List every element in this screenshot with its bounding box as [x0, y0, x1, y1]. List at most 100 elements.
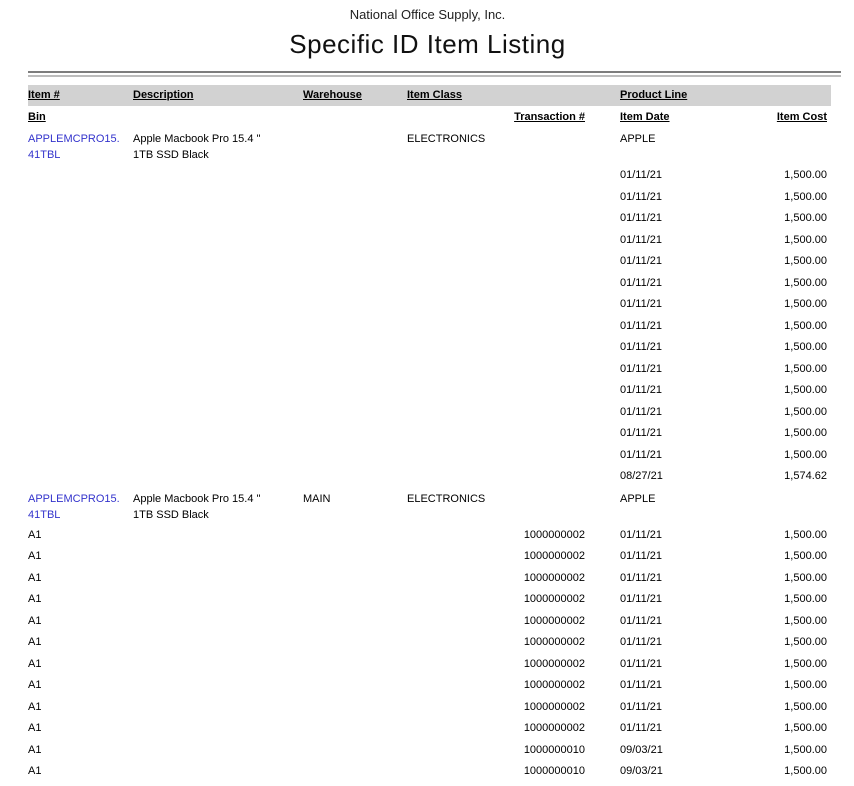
detail-spacer-2 — [303, 445, 407, 467]
item-cost-cell: 1,500.00 — [710, 273, 827, 295]
item-date-cell: 01/11/21 — [620, 337, 710, 359]
detail-spacer-4 — [585, 761, 620, 783]
detail-spacer-1 — [133, 445, 303, 467]
detail-spacer-3 — [407, 445, 507, 467]
transaction-number-cell: 1000000002 — [507, 589, 585, 611]
detail-spacer-4 — [585, 294, 620, 316]
detail-spacer-4 — [585, 337, 620, 359]
item-cost-cell: 1,500.00 — [710, 568, 827, 590]
detail-spacer-4 — [585, 740, 620, 762]
detail-spacer-4 — [585, 423, 620, 445]
detail-spacer-2 — [303, 568, 407, 590]
product-line-cell: APPLE — [620, 131, 710, 165]
detail-spacer-2 — [303, 165, 407, 187]
item-date-cell: 01/11/21 — [620, 423, 710, 445]
transaction-number-cell: 1000000002 — [507, 675, 585, 697]
detail-spacer-4 — [585, 718, 620, 740]
bin-cell: A1 — [28, 718, 133, 740]
bin-cell — [28, 294, 133, 316]
detail-spacer-4 — [585, 632, 620, 654]
transaction-number-cell: 1000000010 — [507, 740, 585, 762]
detail-spacer-1 — [133, 165, 303, 187]
detail-spacer-3 — [407, 718, 507, 740]
detail-spacer-3 — [407, 230, 507, 252]
item-date-cell: 01/11/21 — [620, 654, 710, 676]
item-detail-row: 01/11/211,500.00 — [28, 359, 854, 381]
item-number-link[interactable]: APPLEMCPRO15.41TBL — [28, 131, 133, 165]
transaction-number-cell: 1000000002 — [507, 718, 585, 740]
detail-spacer-2 — [303, 337, 407, 359]
item-detail-row: 01/11/211,500.00 — [28, 402, 854, 424]
item-description-line2: 1TB SSD Black — [133, 507, 303, 523]
item-cost-cell: 1,500.00 — [710, 208, 827, 230]
item-detail-row: A1100000000201/11/211,500.00 — [28, 697, 854, 719]
item-date-cell: 01/11/21 — [620, 611, 710, 633]
detail-spacer-2 — [303, 359, 407, 381]
detail-spacer-3 — [407, 294, 507, 316]
transaction-number-cell: 1000000002 — [507, 525, 585, 547]
item-detail-row: 01/11/211,500.00 — [28, 380, 854, 402]
transaction-number-cell — [507, 380, 585, 402]
item-number-line1: APPLEMCPRO15. — [28, 491, 133, 507]
detail-spacer-2 — [303, 740, 407, 762]
detail-spacer-2 — [303, 718, 407, 740]
detail-spacer-3 — [407, 251, 507, 273]
detail-spacer-1 — [133, 632, 303, 654]
transaction-number-cell — [507, 402, 585, 424]
bin-cell: A1 — [28, 632, 133, 654]
detail-spacer-3 — [407, 697, 507, 719]
detail-spacer-1 — [133, 316, 303, 338]
item-cost-cell: 1,500.00 — [710, 423, 827, 445]
detail-spacer-4 — [585, 208, 620, 230]
detail-spacer-4 — [585, 402, 620, 424]
transaction-number-cell — [507, 445, 585, 467]
item-date-cell: 09/03/21 — [620, 761, 710, 783]
item-date-cell: 01/11/21 — [620, 718, 710, 740]
item-description-line1: Apple Macbook Pro 15.4 " — [133, 131, 303, 147]
item-number-link[interactable]: APPLEMCPRO15.41TBL — [28, 491, 133, 525]
transaction-number-cell — [507, 337, 585, 359]
transaction-number-cell — [507, 316, 585, 338]
item-detail-row: A1100000000201/11/211,500.00 — [28, 654, 854, 676]
item-detail-row: 01/11/211,500.00 — [28, 316, 854, 338]
item-number-line2: 41TBL — [28, 147, 133, 163]
detail-spacer-2 — [303, 654, 407, 676]
item-date-cell: 01/11/21 — [620, 525, 710, 547]
col-header-transaction-no: Transaction # — [507, 107, 585, 128]
group-spacer-1 — [507, 491, 585, 525]
item-cost-cell: 1,574.62 — [710, 466, 827, 488]
page-title: Specific ID Item Listing — [28, 29, 827, 60]
bin-cell: A1 — [28, 654, 133, 676]
detail-spacer-4 — [585, 525, 620, 547]
item-cost-cell: 1,500.00 — [710, 337, 827, 359]
detail-spacer-4 — [585, 466, 620, 488]
item-cost-cell: 1,500.00 — [710, 632, 827, 654]
detail-spacer-3 — [407, 359, 507, 381]
detail-spacer-1 — [133, 611, 303, 633]
detail-spacer-1 — [133, 697, 303, 719]
col-header-spacer-1 — [507, 85, 585, 106]
col-header-spacer-3 — [710, 85, 827, 106]
item-cost-cell: 1,500.00 — [710, 251, 827, 273]
col-header-description: Description — [133, 85, 303, 106]
detail-spacer-1 — [133, 273, 303, 295]
detail-spacer-4 — [585, 445, 620, 467]
item-detail-row: 01/11/211,500.00 — [28, 423, 854, 445]
transaction-number-cell: 1000000010 — [507, 761, 585, 783]
detail-spacer-2 — [303, 402, 407, 424]
detail-spacer-3 — [407, 466, 507, 488]
col-header-spacer-2 — [585, 85, 620, 106]
detail-spacer-3 — [407, 675, 507, 697]
rule-bottom — [28, 75, 841, 77]
item-detail-row: A1100000000201/11/211,500.00 — [28, 611, 854, 633]
item-detail-row: A1100000001009/03/211,500.00 — [28, 740, 854, 762]
transaction-number-cell — [507, 273, 585, 295]
item-cost-cell: 1,500.00 — [710, 611, 827, 633]
bin-cell: A1 — [28, 740, 133, 762]
detail-spacer-3 — [407, 525, 507, 547]
detail-spacer-3 — [407, 380, 507, 402]
item-description: Apple Macbook Pro 15.4 "1TB SSD Black — [133, 131, 303, 165]
detail-spacer-3 — [407, 654, 507, 676]
col-header-bin: Bin — [28, 107, 133, 128]
item-group-row: APPLEMCPRO15.41TBLApple Macbook Pro 15.4… — [28, 488, 854, 525]
